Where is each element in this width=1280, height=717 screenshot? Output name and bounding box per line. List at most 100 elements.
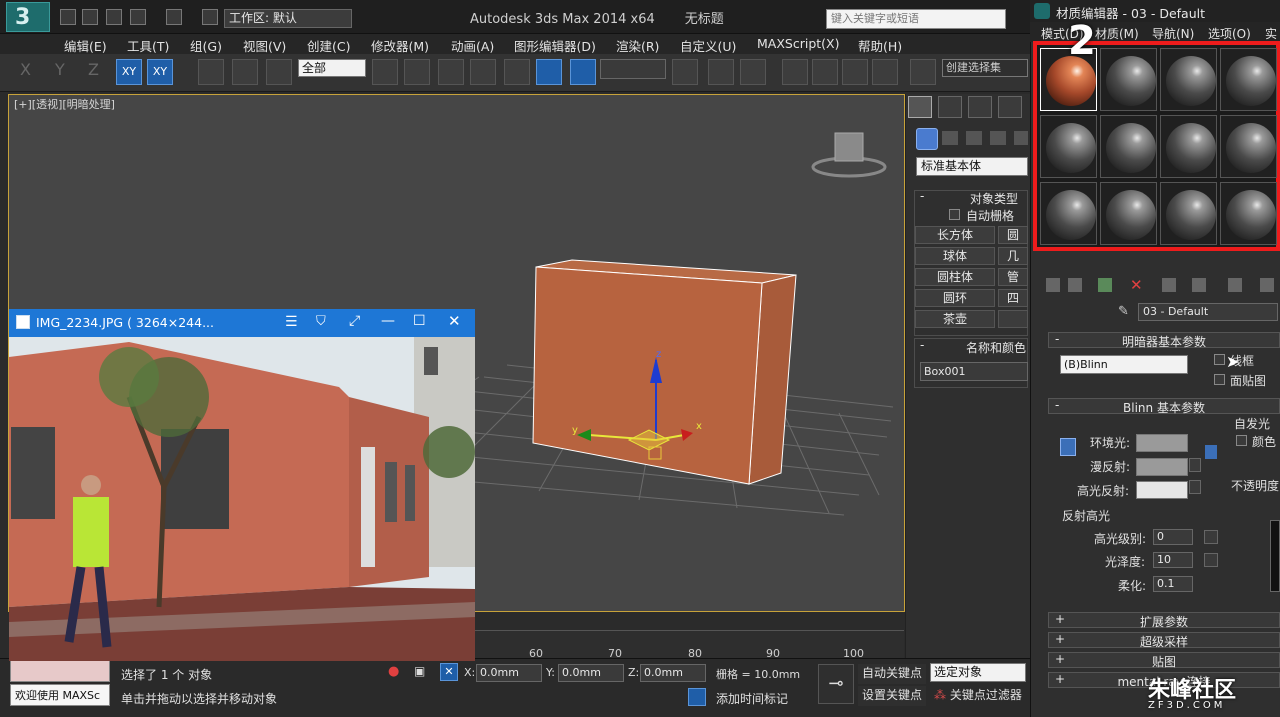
box-button[interactable]: 长方体 xyxy=(915,226,995,244)
put-to-library-icon[interactable] xyxy=(1228,278,1242,292)
set-key-icon[interactable]: ⊸ xyxy=(818,664,854,704)
menu-animation[interactable]: 动画(A) xyxy=(451,36,494,55)
mat-menu-navigation[interactable]: 导航(N) xyxy=(1152,25,1194,42)
sample-slot-4[interactable] xyxy=(1220,48,1277,111)
lights-icon[interactable] xyxy=(966,131,982,145)
rect-select-icon[interactable] xyxy=(438,59,464,85)
self-illum-color-checkbox[interactable] xyxy=(1236,435,1247,446)
object-name-field[interactable]: Box001 xyxy=(920,362,1028,381)
shapes-icon[interactable] xyxy=(942,131,958,145)
reset-material-icon[interactable]: ✕ xyxy=(1130,276,1143,294)
constraint-xy-plane-button[interactable]: XY xyxy=(147,59,173,85)
sample-slot-8[interactable] xyxy=(1220,115,1277,178)
menu-icon[interactable]: ☰ xyxy=(285,314,298,330)
add-time-tag[interactable]: 添加时间标记 xyxy=(716,690,788,707)
torus-button[interactable]: 圆环 xyxy=(915,289,995,307)
z-coordinate-field[interactable]: 0.0mm xyxy=(640,664,706,682)
maximize-icon[interactable]: ☐ xyxy=(413,313,426,329)
isolate-icon[interactable]: ● xyxy=(388,664,402,680)
app-logo[interactable]: 3 xyxy=(6,2,50,32)
diffuse-color-swatch[interactable] xyxy=(1136,458,1188,476)
spec-level-map-button[interactable] xyxy=(1204,530,1218,544)
face-map-checkbox[interactable] xyxy=(1214,374,1225,385)
auto-key-button[interactable]: 自动关键点 xyxy=(858,664,926,684)
extended-params-rollout[interactable]: + 扩展参数 xyxy=(1048,612,1280,629)
put-to-scene-icon[interactable] xyxy=(1068,278,1082,292)
angle-snap-icon[interactable] xyxy=(812,59,838,85)
select-manipulate-icon[interactable] xyxy=(708,59,734,85)
box-front-face[interactable] xyxy=(532,266,763,485)
menu-tools[interactable]: 工具(T) xyxy=(127,36,169,55)
reference-coord-dropdown[interactable] xyxy=(600,59,666,79)
glossiness-spinner[interactable]: 10 xyxy=(1153,552,1193,568)
maxscript-welcome[interactable]: 欢迎使用 MAXSc xyxy=(10,684,110,706)
constraint-z-icon[interactable]: Z xyxy=(88,60,114,86)
sample-slot-11[interactable] xyxy=(1160,182,1217,245)
sample-slot-10[interactable] xyxy=(1100,182,1157,245)
key-filters-button[interactable]: ⁂ 关键点过滤器 xyxy=(930,686,1030,706)
open-file-icon[interactable] xyxy=(82,9,98,25)
material-name-field[interactable]: 03 - Default xyxy=(1138,303,1278,321)
ambient-color-swatch[interactable] xyxy=(1136,434,1188,452)
make-copy-icon[interactable] xyxy=(1162,278,1176,292)
lock-ambient-diffuse-icon[interactable] xyxy=(1060,438,1076,456)
undo-icon[interactable] xyxy=(130,9,146,25)
pivot-center-icon[interactable] xyxy=(672,59,698,85)
select-by-name-icon[interactable] xyxy=(404,59,430,85)
sample-slot-6[interactable] xyxy=(1100,115,1157,178)
menu-rendering[interactable]: 渲染(R) xyxy=(616,36,659,55)
cameras-icon[interactable] xyxy=(990,131,1006,145)
rollout-toggle[interactable]: - xyxy=(920,189,924,203)
spinner-snap-icon[interactable] xyxy=(872,59,898,85)
redo-icon[interactable] xyxy=(166,9,182,25)
plane-button[interactable] xyxy=(998,310,1028,328)
project-icon[interactable] xyxy=(202,9,218,25)
pick-material-icon[interactable]: ✎ xyxy=(1118,304,1129,319)
timeline-ruler[interactable]: 60 70 80 90 100 xyxy=(474,630,904,660)
new-file-icon[interactable] xyxy=(60,9,76,25)
autogrid-checkbox[interactable] xyxy=(949,209,960,220)
time-tag-icon[interactable] xyxy=(688,688,706,706)
fullscreen-icon[interactable]: ⤢ xyxy=(349,313,360,329)
primitive-type-dropdown[interactable]: 标准基本体 xyxy=(916,157,1028,176)
diffuse-map-button[interactable] xyxy=(1189,458,1201,472)
get-material-icon[interactable] xyxy=(1046,278,1060,292)
rollout-toggle[interactable]: - xyxy=(920,338,924,352)
edit-named-selection-icon[interactable] xyxy=(910,59,936,85)
pyramid-button[interactable]: 四 xyxy=(998,289,1028,307)
modify-tab[interactable] xyxy=(938,96,962,118)
sphere-button[interactable]: 球体 xyxy=(915,247,995,265)
make-unique-icon[interactable] xyxy=(1192,278,1206,292)
object-type-title[interactable]: 对象类型 xyxy=(970,190,1018,207)
workspace-dropdown[interactable]: 工作区: 默认 xyxy=(224,9,352,28)
hierarchy-tab[interactable] xyxy=(968,96,992,118)
lock-icon[interactable]: ▣ xyxy=(414,664,428,680)
geometry-icon[interactable] xyxy=(916,128,938,150)
menu-customize[interactable]: 自定义(U) xyxy=(680,36,736,55)
window-crossing-icon[interactable] xyxy=(470,59,496,85)
named-selection-set[interactable]: 创建选择集 xyxy=(942,59,1028,77)
snap-toggle-icon[interactable] xyxy=(782,59,808,85)
name-color-title[interactable]: 名称和颜色 xyxy=(966,339,1026,356)
specular-map-button[interactable] xyxy=(1189,480,1201,494)
save-icon[interactable] xyxy=(106,9,122,25)
supersampling-rollout[interactable]: + 超级采样 xyxy=(1048,632,1280,649)
link-icon[interactable] xyxy=(198,59,224,85)
select-scale-icon[interactable] xyxy=(570,59,596,85)
menu-views[interactable]: 视图(V) xyxy=(243,36,286,55)
minimize-icon[interactable]: — xyxy=(381,313,395,329)
wire-checkbox[interactable] xyxy=(1214,354,1225,365)
soften-spinner[interactable]: 0.1 xyxy=(1153,576,1193,592)
constraint-y-icon[interactable]: Y xyxy=(55,60,81,86)
sample-slot-5[interactable] xyxy=(1040,115,1097,178)
viewport-label[interactable]: [+][透视][明暗处理] xyxy=(14,96,115,112)
specular-color-swatch[interactable] xyxy=(1136,481,1188,499)
material-id-icon[interactable] xyxy=(1260,278,1274,292)
y-coordinate-field[interactable]: 0.0mm xyxy=(558,664,624,682)
mat-menu-material[interactable]: 材质(M) xyxy=(1095,25,1139,42)
constraint-xy-button[interactable]: XY xyxy=(116,59,142,85)
maxscript-listener-mini[interactable] xyxy=(10,660,110,682)
search-input[interactable]: 键入关键字或短语 xyxy=(826,9,1006,29)
menu-edit[interactable]: 编辑(E) xyxy=(64,36,107,55)
sample-slot-2[interactable] xyxy=(1100,48,1157,111)
